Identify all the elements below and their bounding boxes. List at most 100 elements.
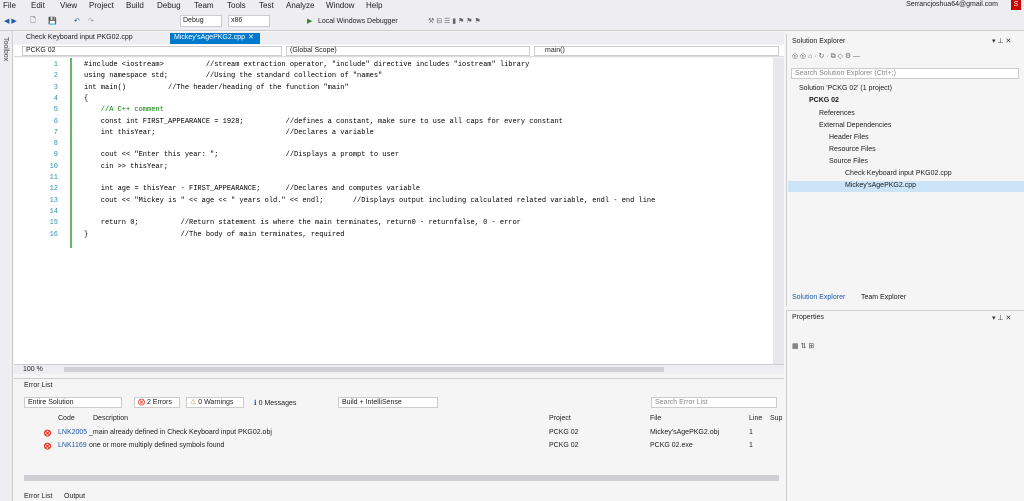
account-email[interactable]: Serrancjoshua64@gmail.com [906, 1, 998, 8]
line-number: 10 [49, 162, 58, 171]
tab-check-keyboard[interactable]: Check Keyboard input PKG02.cpp [22, 33, 137, 44]
header-files-node[interactable]: Header Files [829, 134, 869, 141]
col-project[interactable]: Project [549, 415, 571, 422]
messages-filter[interactable]: ℹ 0 Messages [254, 399, 296, 407]
explorer-toolbar-icon[interactable]: ◎ ◎ ⌂ · ↻ · ⧉ ◇ ⚙ — [792, 52, 860, 61]
menu-build[interactable]: Build [126, 1, 144, 10]
save-icon[interactable]: 💾 [48, 15, 57, 27]
editor-statusbar: 100 % [14, 364, 784, 374]
error-search-input[interactable]: Search Error List [651, 397, 777, 408]
code-line[interactable]: int main() //The header/heading of the f… [84, 83, 349, 94]
col-file[interactable]: File [650, 415, 661, 422]
new-project-icon[interactable]: 🗋 [30, 15, 36, 27]
code-line[interactable]: #include <iostream> //stream extraction … [84, 60, 529, 71]
account-avatar[interactable]: S [1011, 0, 1021, 10]
back-icon[interactable]: ◀ ▶ [4, 15, 17, 27]
menu-test[interactable]: Test [259, 1, 274, 10]
tools-icon[interactable]: ⚒ ⊟ ☰ ▮ ⚑ ⚑ ⚑ [428, 15, 481, 27]
error-project: PCKG 02 [549, 429, 579, 436]
error-description[interactable]: _main already defined in Check Keyboard … [89, 429, 272, 436]
warnings-filter[interactable]: ⚠ 0 Warnings [186, 397, 244, 408]
code-line[interactable]: int age = thisYear - FIRST_APPEARANCE; /… [84, 184, 420, 195]
start-debugger-button[interactable]: Local Windows Debugger [318, 15, 398, 27]
config-select[interactable]: Debug [180, 15, 222, 27]
code-editor[interactable]: 1 2 3 4 5 6 7 8 9 10 11 12 13 14 15 16 #include <iostre… [14, 58, 784, 364]
tab-mickeys-age[interactable]: Mickey'sAgePKG2.cpp [170, 33, 260, 44]
member-dropdown[interactable]: main() [534, 46, 779, 56]
menu-window[interactable]: Window [326, 1, 354, 10]
line-number: 1 [53, 61, 58, 69]
solution-node[interactable]: Solution 'PCKG 02' (1 project) [799, 85, 892, 92]
code-line[interactable]: } //The body of main terminates, require… [84, 230, 344, 241]
properties-pin-icon[interactable]: ▾ ⊥ ✕ [992, 314, 1011, 322]
platform-select[interactable]: x86 [228, 15, 270, 27]
error-code[interactable]: LNK1169 [58, 442, 87, 449]
toolbox-panel[interactable]: Toolbox [0, 31, 13, 501]
menu-view[interactable]: View [60, 1, 77, 10]
zoom-level[interactable]: 100 % [23, 366, 43, 373]
line-number: 7 [53, 128, 58, 137]
menu-file[interactable]: File [3, 1, 16, 10]
horizontal-scrollbar[interactable] [64, 367, 664, 372]
tab-team-explorer[interactable]: Team Explorer [861, 294, 906, 301]
code-line[interactable]: { [84, 94, 88, 105]
code-line[interactable]: cin >> thisYear; [84, 162, 168, 173]
resource-files-node[interactable]: Resource Files [829, 146, 876, 153]
code-line[interactable]: cout << "Mickey is " << age << " years o… [84, 196, 656, 207]
errors-count: 2 Errors [146, 399, 172, 406]
source-files-node[interactable]: Source Files [829, 158, 868, 165]
close-icon[interactable]: ✕ [248, 33, 254, 41]
play-icon[interactable]: ▶ [307, 15, 312, 27]
error-list-panel: Error List Entire Solution ⨂ 2 Errors ⚠ … [14, 378, 784, 501]
errors-filter[interactable]: ⨂ 2 Errors [134, 397, 180, 408]
line-number: 2 [53, 72, 58, 81]
code-line[interactable]: //A C++ comment [84, 105, 164, 116]
solution-explorer-title: Solution Explorer [792, 38, 846, 45]
menu-project[interactable]: Project [89, 1, 114, 10]
line-number: 14 [49, 207, 58, 216]
code-line[interactable]: cout << "Enter this year: "; //Displays … [84, 150, 399, 161]
tab-solution-explorer[interactable]: Solution Explorer [792, 294, 845, 301]
line-number: 9 [53, 151, 58, 160]
external-deps-node[interactable]: External Dependencies [819, 122, 891, 129]
change-marker [70, 58, 72, 248]
code-line[interactable]: return 0; //Return statement is where th… [84, 218, 521, 229]
pin-icon[interactable]: ▾ ⊥ ✕ [992, 37, 1011, 45]
code-line[interactable]: using namespace std; //Using the standar… [84, 71, 382, 82]
menu-edit[interactable]: Edit [31, 1, 45, 10]
col-line[interactable]: Line [749, 415, 762, 422]
properties-panel: Properties ▾ ⊥ ✕ ▦ ⇅ ⊞ [786, 310, 1024, 501]
scope-filter[interactable]: Entire Solution [24, 397, 122, 408]
menu-debug[interactable]: Debug [157, 1, 181, 10]
vertical-scrollbar[interactable] [773, 58, 784, 364]
menu-analyze[interactable]: Analyze [286, 1, 314, 10]
solution-search-input[interactable]: Search Solution Explorer (Ctrl+;) [791, 68, 1019, 79]
tab-error-list[interactable]: Error List [24, 493, 52, 500]
references-node[interactable]: References [819, 110, 855, 117]
error-code[interactable]: LNK2005 [58, 429, 87, 436]
error-description[interactable]: one or more multiply defined symbols fou… [89, 442, 224, 449]
line-number: 11 [49, 174, 58, 182]
redo-icon[interactable]: ↷ [88, 15, 94, 27]
error-file: Mickey'sAgePKG2.obj [650, 429, 720, 436]
file-mickeys-age[interactable]: Mickey'sAgePKG2.cpp [845, 182, 916, 189]
categorized-icon[interactable]: ▦ ⇅ ⊞ [792, 342, 814, 350]
col-code[interactable]: Code [58, 415, 75, 422]
menu-tools[interactable]: Tools [227, 1, 246, 10]
error-icon: ⨂ [44, 443, 51, 450]
undo-icon[interactable]: ↶ [74, 15, 80, 27]
project-node[interactable]: PCKG 02 [809, 97, 839, 104]
menu-team[interactable]: Team [194, 1, 214, 10]
col-description[interactable]: Description [93, 415, 128, 422]
project-dropdown[interactable]: PCKG 02 [22, 46, 282, 56]
scope-dropdown[interactable]: (Global Scope) [286, 46, 530, 56]
menu-help[interactable]: Help [366, 1, 382, 10]
tab-output[interactable]: Output [64, 493, 85, 500]
col-suppression[interactable]: Sup [770, 415, 782, 422]
solution-explorer-panel: Solution Explorer ▾ ⊥ ✕ ◎ ◎ ⌂ · ↻ · ⧉ ◇ … [786, 34, 1024, 306]
file-check-keyboard[interactable]: Check Keyboard input PKG02.cpp [845, 170, 952, 177]
build-filter[interactable]: Build + IntelliSense [338, 397, 438, 408]
code-line[interactable]: const int FIRST_APPEARANCE = 1928; //def… [84, 117, 563, 128]
code-line[interactable]: int thisYear; //Declares a variable [84, 128, 374, 139]
error-list-scrollbar[interactable] [24, 475, 779, 481]
